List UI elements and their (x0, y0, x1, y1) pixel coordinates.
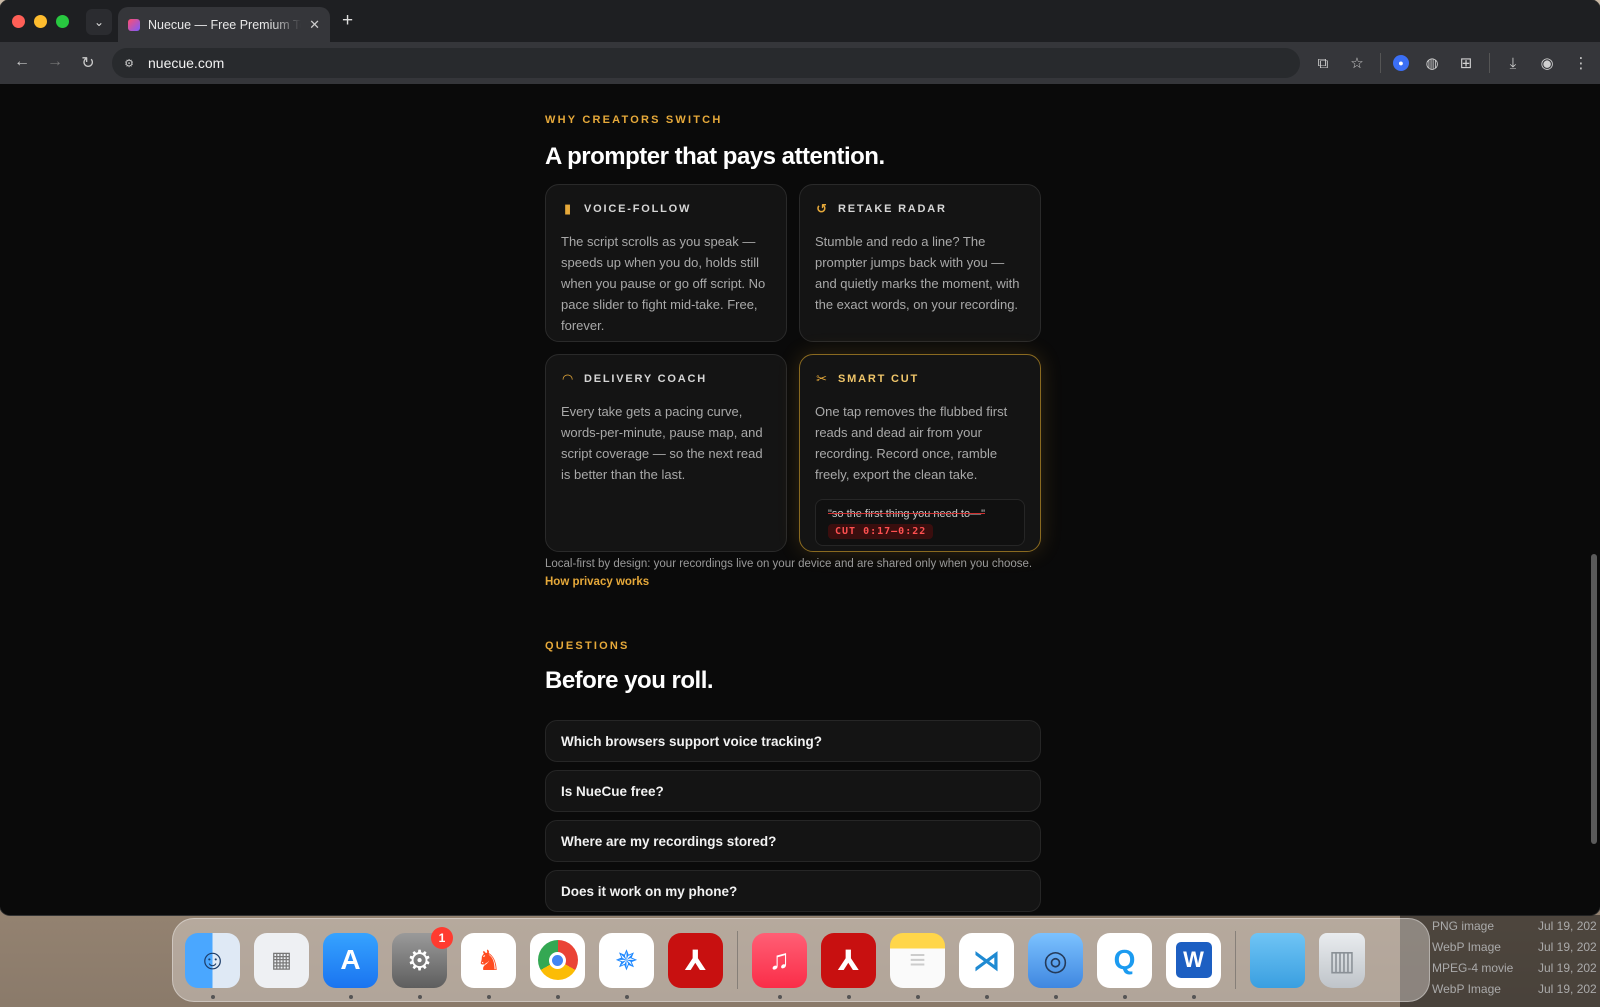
cut-time-badge: CUT 0:17–0:22 (828, 524, 934, 539)
features-eyebrow: WHY CREATORS SWITCH (545, 114, 723, 126)
faq-title: Before you roll. (545, 667, 714, 694)
install-app-icon[interactable]: ⧉ (1312, 55, 1334, 72)
acrobat-icon[interactable]: ⅄ (668, 932, 723, 988)
feature-card-title: SMART CUT (838, 373, 919, 385)
toolbar-actions: ⧉ ☆ ● ◍ ⊞ ⤓ ◉ ⋮ (1312, 42, 1592, 84)
browser-tab-active[interactable]: Nuecue — Free Premium Teleprompter ✕ (118, 7, 330, 42)
extension-shield-icon[interactable]: ◍ (1421, 54, 1443, 72)
faq-item[interactable]: Is NueCue free? (545, 770, 1041, 812)
safari-icon[interactable]: ✵ (599, 932, 654, 999)
feature-card-title: VOICE-FOLLOW (584, 203, 692, 215)
window-controls (12, 15, 69, 28)
feature-card-body: The script scrolls as you speak — speeds… (561, 234, 766, 333)
faq-item[interactable]: Which browsers support voice tracking? (545, 720, 1041, 762)
page-scrollbar[interactable] (1591, 554, 1597, 844)
faq-item[interactable]: Where are my recordings stored? (545, 820, 1041, 862)
feature-card-title: DELIVERY COACH (584, 373, 707, 385)
file-kind: WebP Image (1432, 981, 1501, 996)
close-tab-icon[interactable]: ✕ (309, 17, 320, 33)
privacy-link[interactable]: How privacy works (545, 573, 1041, 591)
file-kind: WebP Image (1432, 939, 1501, 954)
finder-row[interactable]: PNG image Jul 19, 202 (1400, 915, 1600, 936)
feature-card-body: Stumble and redo a line? The prompter ju… (815, 234, 1020, 312)
word-icon[interactable]: W (1166, 932, 1221, 999)
feature-card-smart-cut: ✂ SMART CUT One tap removes the flubbed … (799, 354, 1041, 552)
zoom-window-button[interactable] (56, 15, 69, 28)
extension-icon[interactable]: ● (1393, 55, 1409, 71)
download-icon[interactable]: ⤓ (1502, 55, 1524, 72)
faq-list: Which browsers support voice tracking? I… (545, 720, 1041, 915)
tab-bar: ⌄ Nuecue — Free Premium Teleprompter ✕ + (0, 0, 1600, 42)
site-info-icon[interactable]: ⚙ (120, 54, 138, 72)
undo-arrow-icon: ↺ (816, 201, 829, 216)
profile-icon[interactable]: ◉ (1536, 54, 1558, 72)
browser-window: ⌄ Nuecue — Free Premium Teleprompter ✕ +… (0, 0, 1600, 915)
new-tab-button[interactable]: + (342, 10, 353, 32)
tab-title: Nuecue — Free Premium Teleprompter (148, 17, 301, 32)
notification-badge: 1 (431, 926, 453, 949)
file-date: Jul 19, 202 (1538, 939, 1597, 954)
close-window-button[interactable] (12, 15, 25, 28)
url-text[interactable]: nuecue.com (148, 55, 224, 71)
finder-icon[interactable]: ☺ (185, 932, 240, 999)
extensions-puzzle-icon[interactable]: ⊞ (1455, 54, 1477, 72)
acrobat-reader-icon[interactable]: ⅄ (821, 932, 876, 999)
more-menu-icon[interactable]: ⋮ (1570, 54, 1592, 72)
feature-card-retake-radar: ↺ RETAKE RADAR Stumble and redo a line? … (799, 184, 1041, 342)
file-date: Jul 19, 202 (1538, 981, 1597, 996)
notes-icon[interactable]: ≡ (890, 932, 945, 999)
feature-card-title: RETAKE RADAR (838, 203, 947, 215)
address-bar[interactable]: ⚙ nuecue.com (112, 48, 1300, 78)
app-store-icon[interactable]: A (323, 932, 378, 999)
browser-toolbar: ← → ↻ ⚙ nuecue.com ⧉ ☆ ● ◍ ⊞ ⤓ ◉ ⋮ (0, 42, 1600, 84)
site-favicon-icon (128, 18, 140, 31)
launchpad-icon[interactable]: ▦ (254, 932, 309, 988)
tab-search-button[interactable]: ⌄ (86, 9, 112, 35)
feature-card-voice-follow: ▮ VOICE-FOLLOW The script scrolls as you… (545, 184, 787, 342)
feature-card-body: Every take gets a pacing curve, words-pe… (561, 404, 763, 482)
forward-arrow-icon[interactable]: → (39, 53, 71, 73)
bookmark-star-icon[interactable]: ☆ (1346, 54, 1368, 72)
scissors-icon: ✂ (816, 371, 829, 386)
system-settings-icon[interactable]: ⚙ 1 (392, 926, 453, 999)
privacy-note: Local-first by design: your recordings l… (545, 555, 1041, 591)
preview-icon[interactable]: ◎ (1028, 932, 1083, 999)
file-date: Jul 19, 202 (1538, 960, 1597, 975)
faq-item[interactable]: Does it work on my phone? (545, 870, 1041, 912)
vscode-icon[interactable]: ⋊ (959, 932, 1014, 999)
trash-icon[interactable]: ▥ (1319, 932, 1365, 988)
privacy-text: Local-first by design: your recordings l… (545, 558, 1033, 570)
folder-icon[interactable] (1250, 932, 1305, 988)
features-title: A prompter that pays attention. (545, 143, 885, 170)
file-kind: PNG image (1432, 918, 1495, 933)
finder-row[interactable]: MPEG-4 movie Jul 19, 202 (1400, 957, 1600, 978)
music-icon[interactable]: ♫ (752, 932, 807, 999)
faq-eyebrow: QUESTIONS (545, 640, 630, 652)
minimize-window-button[interactable] (34, 15, 47, 28)
reload-icon[interactable]: ↻ (72, 53, 104, 73)
gauge-icon: ◠ (562, 371, 575, 386)
dock-divider (737, 931, 738, 989)
waveform-icon: ▮ (564, 201, 573, 216)
web-page: WHY CREATORS SWITCH A prompter that pays… (0, 84, 1600, 915)
chevron-down-icon: ⌄ (93, 15, 105, 29)
quick-search-icon[interactable]: Q (1097, 932, 1152, 999)
macos-dock: ☺ ▦ A ⚙ 1 ♞ ✵ ⅄ ♫ ⅄ ≡ ⋊ ◎ Q W ▥ (172, 918, 1430, 1002)
chrome-icon[interactable] (530, 932, 585, 999)
dock-divider (1235, 931, 1236, 989)
finder-row[interactable]: WebP Image Jul 19, 202 (1400, 936, 1600, 957)
brave-browser-icon[interactable]: ♞ (461, 932, 516, 999)
feature-card-delivery-coach: ◠ DELIVERY COACH Every take gets a pacin… (545, 354, 787, 552)
feature-card-body: One tap removes the flubbed first reads … (815, 404, 1008, 482)
file-kind: MPEG-4 movie (1432, 960, 1514, 975)
toolbar-divider (1489, 53, 1490, 73)
cut-quote: "so the first thing you need to—" (828, 508, 986, 520)
finder-file-list: PNG image Jul 19, 202 WebP Image Jul 19, 2… (1400, 915, 1600, 1007)
file-date: Jul 19, 202 (1538, 918, 1597, 933)
cut-snippet: "so the first thing you need to—" CUT 0:… (815, 499, 1025, 546)
back-arrow-icon[interactable]: ← (6, 53, 38, 73)
toolbar-divider (1380, 53, 1381, 73)
finder-row[interactable]: WebP Image Jul 19, 202 (1400, 978, 1600, 999)
